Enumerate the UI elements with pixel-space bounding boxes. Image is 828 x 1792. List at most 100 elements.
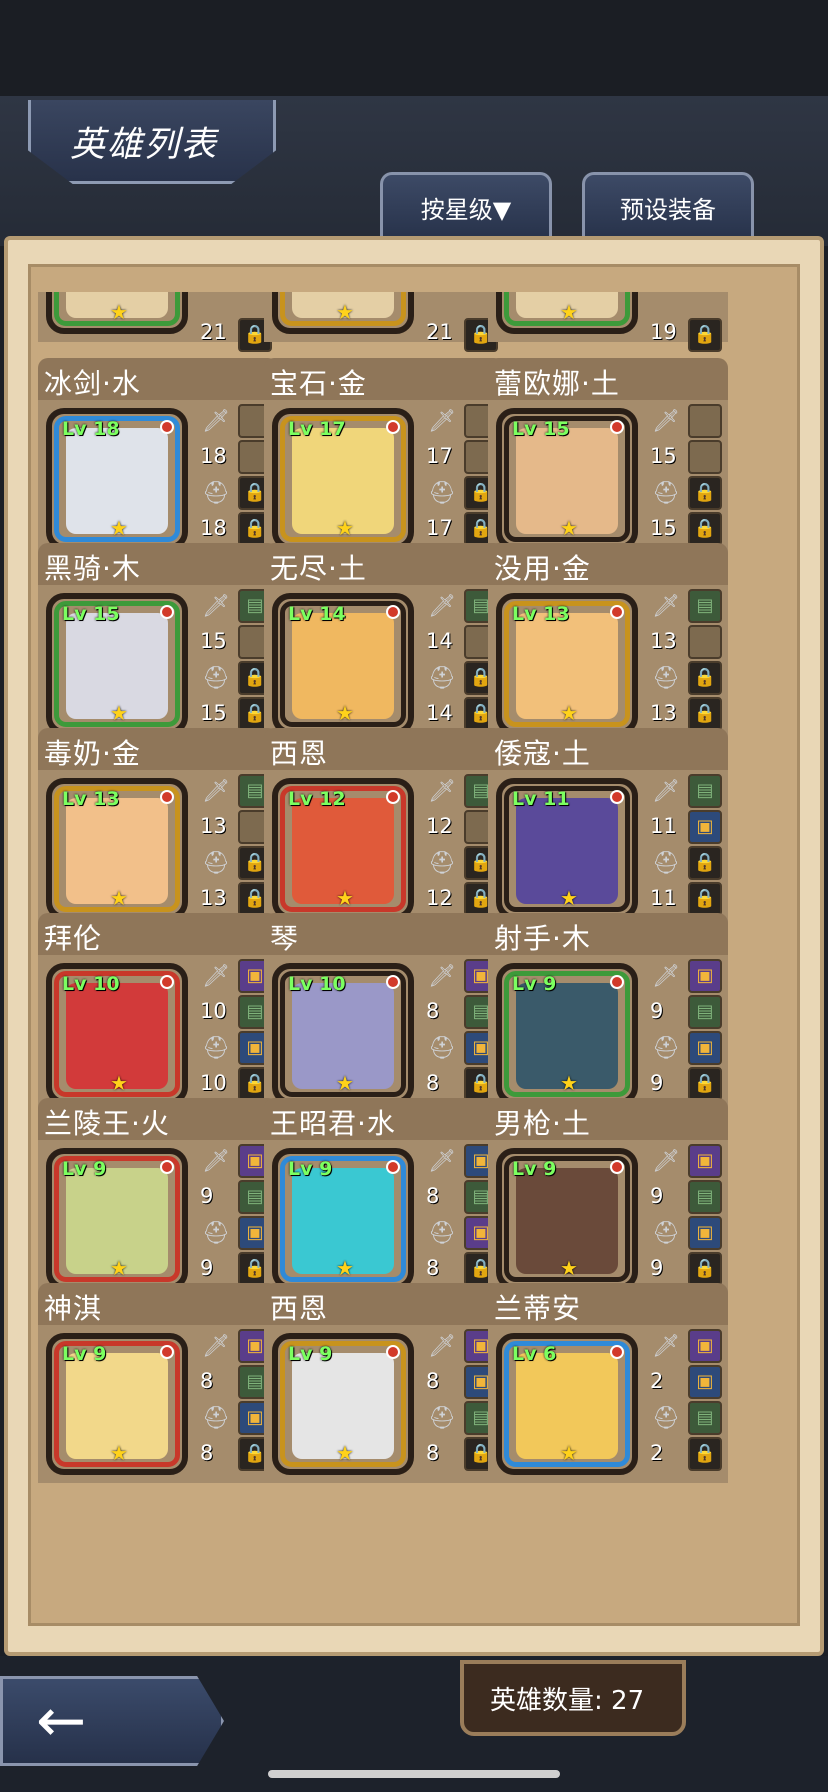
lock-slot[interactable]: 🔒 <box>688 661 722 695</box>
attack-value: 17 <box>426 444 453 468</box>
hero-portrait[interactable]: Lv 9 ★ <box>272 1148 414 1290</box>
hero-portrait[interactable]: Lv 13 ★ <box>496 593 638 735</box>
defense-value: 12 <box>426 886 453 910</box>
star-icon: ★ <box>560 1071 578 1095</box>
hero-portrait[interactable]: Lv 17 ★ <box>272 408 414 550</box>
sort-by-star-button[interactable]: 按星级▼ <box>380 172 552 240</box>
hero-card[interactable]: 男枪·土 Lv 9 ★ 🗡 9 ⛑ 9 ▣ ▤ ▣ 🔒 <box>488 1098 728 1298</box>
lock-slot[interactable]: 🔒 <box>688 846 722 880</box>
hero-card[interactable]: 拜伦 Lv 10 ★ 🗡 10 ⛑ 10 ▣ ▤ ▣ 🔒 <box>38 913 278 1113</box>
hero-portrait[interactable]: Lv 10 ★ <box>46 963 188 1105</box>
lock-slot[interactable]: 🔒 <box>688 882 722 916</box>
empty-slot[interactable] <box>688 404 722 438</box>
defense-value: 15 <box>200 701 227 725</box>
preset-equipment-button[interactable]: 预设装备 <box>582 172 754 240</box>
back-button[interactable] <box>0 1676 224 1766</box>
hero-portrait[interactable]: Lv 15 ★ <box>496 408 638 550</box>
hero-portrait[interactable]: Lv 6 ★ <box>496 1333 638 1475</box>
bag-slot[interactable]: ▤ <box>688 774 722 808</box>
hero-portrait[interactable]: ★ <box>46 292 188 334</box>
lock-slot[interactable]: 🔒 <box>688 318 722 352</box>
hero-card[interactable]: 倭寇·土 Lv 11 ★ 🗡 11 ⛑ 11 ▤ ▣ 🔒 🔒 <box>488 728 728 928</box>
chest-slot[interactable]: ▣ <box>688 1329 722 1363</box>
attack-value: 8 <box>426 1184 440 1208</box>
hero-portrait[interactable]: Lv 9 ★ <box>496 1148 638 1290</box>
chest-slot[interactable]: ▣ <box>688 1216 722 1250</box>
hero-card[interactable]: 宝石·金 Lv 17 ★ 🗡 17 ⛑ 17 🔒 🔒 <box>264 358 504 558</box>
hero-name: 男枪·土 <box>494 1107 591 1140</box>
hero-card[interactable]: 西恩 Lv 9 ★ 🗡 8 ⛑ 8 ▣ ▣ ▤ 🔒 <box>264 1283 504 1483</box>
hero-portrait[interactable]: Lv 13 ★ <box>46 778 188 920</box>
sword-icon: 🗡 <box>428 1334 456 1359</box>
lock-slot[interactable]: 🔒 <box>688 1252 722 1286</box>
hero-grid[interactable]: ★ 21 🔒 ★ 21 🔒 ★ 19 🔒 冰剑·水 Lv 18 ★ 🗡 18 ⛑ 18 🔒 🔒 宝石·金 Lv 17 ★… <box>28 292 800 1626</box>
notification-dot <box>610 605 624 619</box>
chest-slot[interactable]: ▣ <box>688 1144 722 1178</box>
hero-card[interactable]: 黑骑·木 Lv 15 ★ 🗡 15 ⛑ 15 ▤ 🔒 🔒 <box>38 543 278 743</box>
hero-card[interactable]: 西恩 Lv 12 ★ 🗡 12 ⛑ 12 ▤ 🔒 🔒 <box>264 728 504 928</box>
hero-card[interactable]: 射手·木 Lv 9 ★ 🗡 9 ⛑ 9 ▣ ▤ ▣ 🔒 <box>488 913 728 1113</box>
hero-portrait[interactable]: Lv 9 ★ <box>46 1148 188 1290</box>
hero-portrait[interactable]: Lv 9 ★ <box>496 963 638 1105</box>
hero-level: Lv 18 <box>62 418 120 440</box>
notification-dot <box>160 975 174 989</box>
chest-slot[interactable]: ▣ <box>688 959 722 993</box>
bag-slot[interactable]: ▤ <box>688 1180 722 1214</box>
empty-slot[interactable] <box>688 440 722 474</box>
hero-card[interactable]: 无尽·土 Lv 14 ★ 🗡 14 ⛑ 14 ▤ 🔒 🔒 <box>264 543 504 743</box>
sword-icon: 🗡 <box>652 964 680 989</box>
hero-portrait[interactable]: ★ <box>272 292 414 334</box>
hero-name: 没用·金 <box>494 552 591 585</box>
lock-slot[interactable]: 🔒 <box>688 1067 722 1101</box>
chest-slot[interactable]: ▣ <box>688 1031 722 1065</box>
hero-portrait[interactable]: Lv 12 ★ <box>272 778 414 920</box>
hero-name: 毒奶·金 <box>44 737 141 770</box>
hero-portrait[interactable]: Lv 14 ★ <box>272 593 414 735</box>
bag-slot[interactable]: ▤ <box>688 995 722 1029</box>
helmet-icon: ⛑ <box>652 1406 680 1431</box>
hero-card[interactable]: 毒奶·金 Lv 13 ★ 🗡 13 ⛑ 13 ▤ 🔒 🔒 <box>38 728 278 928</box>
defense-value: 8 <box>426 1256 440 1280</box>
star-icon: ★ <box>336 1071 354 1095</box>
back-arrow-icon[interactable]: ← <box>36 1688 86 1754</box>
hero-card-partial[interactable]: ★ 21 🔒 <box>264 292 504 352</box>
lock-slot[interactable]: 🔒 <box>688 476 722 510</box>
attack-value: 2 <box>650 1369 664 1393</box>
hero-card[interactable]: 王昭君·水 Lv 9 ★ 🗡 8 ⛑ 8 ▣ ▤ ▣ 🔒 <box>264 1098 504 1298</box>
notification-dot <box>160 1345 174 1359</box>
hero-portrait[interactable]: Lv 9 ★ <box>46 1333 188 1475</box>
helmet-icon: ⛑ <box>652 1036 680 1061</box>
hero-card-partial[interactable]: ★ 21 🔒 <box>38 292 278 352</box>
lock-slot[interactable]: 🔒 <box>688 697 722 731</box>
hero-portrait[interactable]: ★ <box>496 292 638 334</box>
hero-level: Lv 11 <box>512 788 570 810</box>
hero-card[interactable]: 兰蒂安 Lv 6 ★ 🗡 2 ⛑ 2 ▣ ▣ ▤ 🔒 <box>488 1283 728 1483</box>
hero-card[interactable]: 蕾欧娜·土 Lv 15 ★ 🗡 15 ⛑ 15 🔒 🔒 <box>488 358 728 558</box>
attack-value: 8 <box>200 1369 214 1393</box>
sword-icon: 🗡 <box>202 409 230 434</box>
hero-portrait[interactable]: Lv 18 ★ <box>46 408 188 550</box>
chest-slot[interactable]: ▣ <box>688 810 722 844</box>
bag-slot[interactable]: ▤ <box>688 589 722 623</box>
lock-slot[interactable]: 🔒 <box>688 512 722 546</box>
hero-card[interactable]: 兰陵王·火 Lv 9 ★ 🗡 9 ⛑ 9 ▣ ▤ ▣ 🔒 <box>38 1098 278 1298</box>
bag-slot[interactable]: ▤ <box>688 1401 722 1435</box>
hero-card[interactable]: 没用·金 Lv 13 ★ 🗡 13 ⛑ 13 ▤ 🔒 🔒 <box>488 543 728 743</box>
chest-slot[interactable]: ▣ <box>688 1365 722 1399</box>
notification-dot <box>386 605 400 619</box>
helmet-icon: ⛑ <box>652 481 680 506</box>
hero-portrait[interactable]: Lv 15 ★ <box>46 593 188 735</box>
hero-card[interactable]: 神淇 Lv 9 ★ 🗡 8 ⛑ 8 ▣ ▤ ▣ 🔒 <box>38 1283 278 1483</box>
hero-portrait[interactable]: Lv 11 ★ <box>496 778 638 920</box>
hero-portrait[interactable]: Lv 10 ★ <box>272 963 414 1105</box>
hero-card-partial[interactable]: ★ 19 🔒 <box>488 292 728 352</box>
empty-slot[interactable] <box>688 625 722 659</box>
lock-slot[interactable]: 🔒 <box>688 1437 722 1471</box>
hero-level: Lv 13 <box>512 603 570 625</box>
star-icon: ★ <box>560 300 578 324</box>
hero-name: 神淇 <box>44 1292 103 1325</box>
hero-card[interactable]: 冰剑·水 Lv 18 ★ 🗡 18 ⛑ 18 🔒 🔒 <box>38 358 278 558</box>
star-icon: ★ <box>110 1441 128 1465</box>
hero-card[interactable]: 琴 Lv 10 ★ 🗡 8 ⛑ 8 ▣ ▤ ▣ 🔒 <box>264 913 504 1113</box>
hero-portrait[interactable]: Lv 9 ★ <box>272 1333 414 1475</box>
